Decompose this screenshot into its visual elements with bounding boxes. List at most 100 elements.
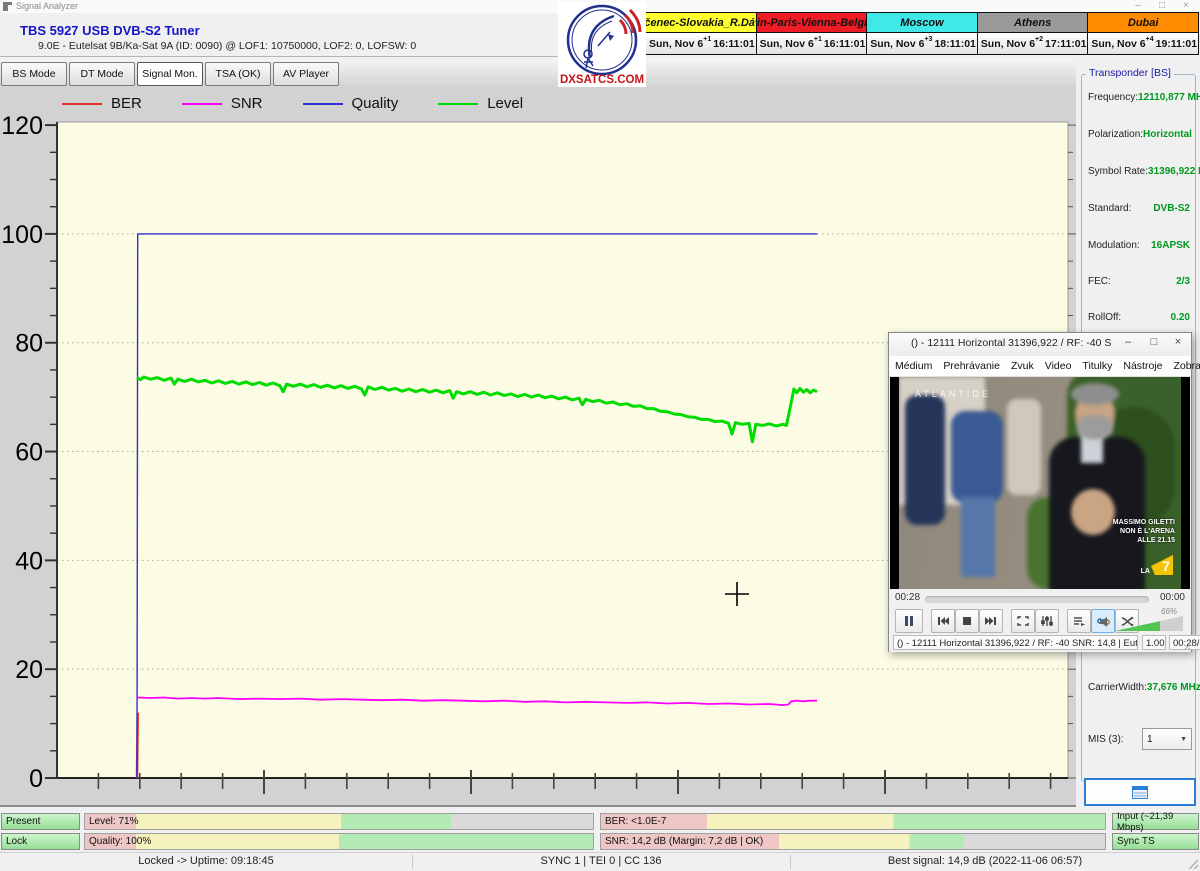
vlc-seek-row: 00:28 00:00 [889,591,1191,607]
transponder-value: Horizontal [1143,129,1192,143]
video-figure [1007,399,1041,495]
transponder-row-carrierwidth: CarrierWidth:37,676 MHz [1088,682,1190,696]
resize-grip-icon[interactable] [1183,643,1190,650]
playlist-button[interactable] [1067,609,1091,633]
video-man-beard [1077,415,1113,439]
clock-date: Sun, Nov 6 [1091,38,1145,50]
elapsed-time: 00:28 [895,592,920,603]
seek-slider[interactable] [925,596,1149,603]
clock-utc-offset: +3 [924,36,932,43]
transponder-value: 31396,922 KS/s [1148,166,1200,180]
clock-utc-offset: +4 [1146,36,1154,43]
svg-text:40: 40 [15,547,43,575]
snr-bar-label: SNR: 14,2 dB (Margin: 7,2 dB | OK) [605,836,763,847]
vlc-close-icon[interactable]: × [1169,336,1187,348]
vlc-titlebar[interactable]: () - 12111 Horizontal 31396,922 / RF: -4… [889,333,1191,356]
transponder-list-button[interactable] [1084,778,1196,806]
speaker-icon[interactable] [1099,616,1111,628]
vlc-menu-m-dium[interactable]: Médium [895,360,932,372]
clock-city-label: Athens [978,13,1088,33]
clock-time-row: Sun, Nov 6+116:11:01 [757,33,867,54]
transponder-value: 2/3 [1176,276,1190,290]
clock-lu-enec-slovakia-r-d-vid: Lučenec-Slovakia_R.DávidSun, Nov 6+116:1… [646,13,757,54]
next-button[interactable] [979,609,1003,633]
vlc-cone-icon [894,337,906,351]
tab-dt-mode[interactable]: DT Mode [69,62,135,86]
clock-time-row: Sun, Nov 6+217:11:01 [978,33,1088,54]
transponder-value: 12110,877 MHz [1138,92,1200,106]
vlc-maximize-icon[interactable]: □ [1145,336,1163,348]
satellite-dish-icon: DXSATCS.COM [558,2,646,87]
stop-button[interactable] [955,609,979,633]
vlc-menu-n-stroje[interactable]: Nástroje [1123,360,1162,372]
legend-label: BER [111,95,142,112]
remaining-time: 00:00 [1160,592,1185,603]
clock-utc-offset: +2 [1035,36,1043,43]
list-window-icon [1132,786,1148,799]
ber-bar: BER: <1.0E-7 [600,813,1106,830]
vlc-controls: 66% [889,607,1191,634]
clock-time: 18:11:01 [934,38,975,50]
video-frame: ATLANTIDE MASSIMO GILETTINON È L'ARENAAL… [899,377,1181,589]
snr-bar: SNR: 14,2 dB (Margin: 7,2 dB | OK) [600,833,1106,850]
transponder-label: Standard: [1088,203,1131,217]
vlc-menubar: Médium Prehrávanie Zvuk Video Titulky Nástroj… [889,356,1191,377]
resize-grip-icon[interactable] [1188,859,1198,869]
tab-tsa-ok-[interactable]: TSA (OK) [205,62,271,86]
vlc-menu-zvuk[interactable]: Zvuk [1011,360,1034,372]
vlc-menu-prehr-vanie[interactable]: Prehrávanie [943,360,1000,372]
statusbar-lock-uptime: Locked -> Uptime: 09:18:45 [0,855,412,867]
vlc-menu-video[interactable]: Video [1045,360,1072,372]
window-title: Signal Analyzer [16,1,78,11]
ber-bar-label: BER: <1.0E-7 [605,816,666,827]
chart-legend: BER SNR Quality Level [62,95,523,112]
clock-time: 19:11:01 [1156,38,1197,50]
legend-item-level: Level [438,95,523,112]
level-bar: Level: 71% [84,813,594,830]
transponder-label: RollOff: [1088,312,1121,326]
pause-button[interactable] [895,609,923,633]
previous-button[interactable] [931,609,955,633]
present-indicator: Present [1,813,80,830]
vlc-menu-zobrazi-[interactable]: Zobraziť [1173,360,1200,372]
vlc-video-area[interactable]: ATLANTIDE MASSIMO GILETTINON È L'ARENAAL… [890,377,1190,589]
quality-bar-label: Quality: 100% [89,836,151,847]
vlc-minimize-icon[interactable]: – [1119,336,1137,348]
video-figure [951,411,1003,503]
vlc-menu-titulky[interactable]: Titulky [1082,360,1112,372]
legend-line-icon [438,103,478,105]
transponder-title: Transponder [BS] [1086,67,1174,79]
transponder-row-symbolrate: Symbol Rate:31396,922 KS/s [1088,166,1190,180]
clock-city-label: Berlin-Paris-Vienna-Belgrade [757,13,867,33]
clock-time: 16:11:01 [713,38,754,50]
statusbar-best-signal: Best signal: 14,9 dB (2022-11-06 06:57) [790,855,1180,867]
input-indicator: Input (~21,39 Mbps) [1112,813,1199,830]
extended-settings-button[interactable] [1035,609,1059,633]
promo-line: ALLE 21.15 [1113,536,1175,545]
level-bar-label: Level: 71% [89,816,138,827]
close-icon[interactable]: × [1176,0,1196,11]
quality-bar: Quality: 100% [84,833,594,850]
legend-label: Quality [352,95,399,112]
clock-date: Sun, Nov 6 [981,38,1035,50]
fullscreen-button[interactable] [1011,609,1035,633]
lock-indicator: Lock [1,833,80,850]
minimize-icon[interactable]: – [1128,0,1148,11]
divider [0,56,558,57]
clock-date: Sun, Nov 6 [870,38,924,50]
clock-time: 17:11:01 [1045,38,1086,50]
playback-rate[interactable]: 1.00x [1142,635,1166,650]
tab-av-player[interactable]: AV Player [273,62,339,86]
tab-signal-mon-[interactable]: Signal Mon. [137,62,203,86]
vlc-window[interactable]: () - 12111 Horizontal 31396,922 / RF: -4… [888,332,1192,652]
legend-item-quality: Quality [303,95,399,112]
clock-city-label: Dubai [1088,13,1198,33]
chevron-down-icon: ▼ [1180,736,1187,743]
maximize-icon[interactable]: □ [1152,0,1172,11]
legend-line-icon [182,103,222,105]
volume-percent: 66% [1161,607,1177,616]
legend-label: SNR [231,95,263,112]
legend-label: Level [487,95,523,112]
tab-bs-mode[interactable]: BS Mode [1,62,67,86]
mis-select[interactable]: 1 ▼ [1142,728,1192,750]
